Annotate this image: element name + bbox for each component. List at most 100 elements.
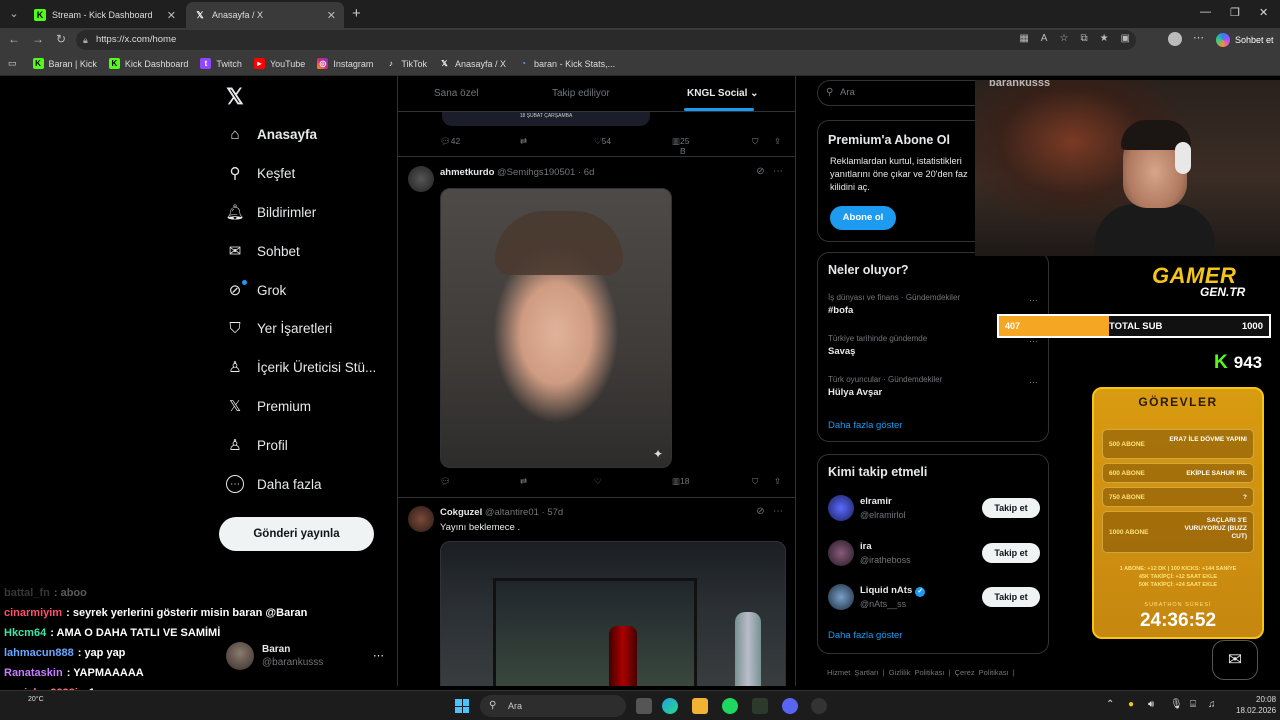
follow-suggestion[interactable]: elramir @elramirlol Takip et [828,495,1040,525]
author-name[interactable]: ahmetkurdo [440,167,494,178]
tab-x-home[interactable]: 𝕏 Anasayfa / X ✕ [186,2,344,28]
tab-kngl-social[interactable]: KNGL Social ⌄ [687,88,759,99]
follow-suggestion[interactable]: ira @iratheboss Takip et [828,540,1040,570]
timestamp[interactable]: 57d [547,507,563,518]
apps-icon[interactable]: ▦ [1019,33,1028,44]
close-icon[interactable]: ✕ [327,9,336,22]
bookmark-item[interactable]: K Kick Dashboard [108,58,188,69]
task-view-icon[interactable] [636,698,652,714]
bookmark-icon[interactable]: ⛉ [752,136,758,147]
sidebar-item-creator-studio[interactable]: ♙ İçerik Üreticisi Stü... [226,358,376,376]
new-tab-icon[interactable]: + [352,5,361,22]
like-icon[interactable]: ♡ 54 [594,136,611,147]
read-aloud-icon[interactable]: A [1041,33,1048,44]
speaker-icon[interactable]: ♫ [1208,699,1216,710]
tweet-image[interactable]: ✦ [440,188,672,468]
bookmark-item[interactable]: 𝕏 Anasayfa / X [439,58,506,69]
bookmark-icon[interactable]: ⛉ [752,476,758,487]
restore-icon[interactable]: ❐ [1230,6,1240,19]
tab-for-you[interactable]: Sana özel [434,88,478,99]
views-icon[interactable]: ▥ 25 B [672,136,690,156]
discord-icon[interactable] [782,698,798,714]
app-icon[interactable] [811,698,827,714]
tab-following[interactable]: Takip ediliyor [552,88,610,99]
microphone-icon[interactable]: 🎙︎ [1170,699,1183,710]
profile-avatar[interactable] [1168,32,1182,46]
grok-icon[interactable]: ⊘ [756,506,764,517]
trend-item[interactable]: İş dünyası ve finans · Gündemdekiler #bo… [828,293,1038,316]
share-icon[interactable]: ⇪ [774,136,781,147]
more-icon[interactable]: ⋯ [773,166,783,177]
network-icon[interactable]: ⌸ [1190,699,1196,710]
edge-icon[interactable] [662,698,678,714]
reply-icon[interactable]: 💬︎ 42 [440,136,460,147]
collections-icon[interactable]: ▣ [1121,33,1130,44]
author-handle[interactable]: @Semihgs190501 [497,167,575,178]
share-icon[interactable]: ⇪ [774,476,781,487]
previous-post-media[interactable]: 18 ŞUBAT ÇARŞAMBA [442,110,650,126]
grok-icon[interactable]: ⊘ [756,166,764,177]
more-icon[interactable]: ⋯ [1029,295,1038,306]
follow-button[interactable]: Takip et [982,498,1040,518]
favorites-icon[interactable]: ★ [1100,33,1109,44]
sidebar-item-bookmarks[interactable]: ⛉ Yer İşaretleri [226,319,332,337]
show-more-link[interactable]: Daha fazla göster [828,630,902,641]
back-icon[interactable]: ← [8,32,20,46]
sidebar-item-profile[interactable]: ♙ Profil [226,436,288,454]
more-icon[interactable]: ⋯ [1029,377,1038,388]
avatar[interactable] [408,166,434,192]
bookmarks-menu-icon[interactable]: ▭ [8,58,17,69]
author-name[interactable]: Cokguzel [440,507,482,518]
tab-kick-dashboard[interactable]: K Stream - Kick Dashboard ✕ [26,2,184,28]
repost-icon[interactable]: ⇄ [520,136,527,147]
more-icon[interactable]: ⋯ [773,506,783,517]
forward-icon[interactable]: → [32,32,44,46]
bookmark-item[interactable]: ◎ Instagram [317,58,373,69]
bookmark-item[interactable]: K Baran | Kick [32,58,97,69]
views-icon[interactable]: ▥ 18 [672,476,690,487]
taskbar-clock[interactable]: 20:08 18.02.2026 [1236,694,1276,716]
sidebar-item-home[interactable]: ⌂ Anasayfa [226,125,317,143]
timestamp[interactable]: 6d [584,167,595,178]
spotify-icon[interactable] [722,698,738,714]
close-window-icon[interactable]: ✕ [1259,6,1268,19]
bookmark-item[interactable]: ▸ YouTube [253,58,305,69]
follow-suggestion[interactable]: Liquid nAts ✓ @nAts__ss Takip et [828,584,1040,614]
reply-icon[interactable]: 💬︎ [440,476,451,487]
taskbar-search[interactable]: ⚲ Ara [480,695,626,717]
post-button[interactable]: Gönderi yayınla [219,517,374,551]
settings-more-icon[interactable]: ⋯ [1193,31,1204,44]
tray-chevron-icon[interactable]: ⌃ [1106,699,1114,710]
close-icon[interactable]: ✕ [167,9,176,22]
repost-icon[interactable]: ⇄ [520,476,527,487]
tweet-image[interactable] [440,541,786,686]
sidebar-item-premium[interactable]: 𝕏 Premium [226,397,311,415]
minimize-icon[interactable]: — [1200,6,1211,18]
start-icon[interactable] [455,699,469,713]
sidebar-item-notifications[interactable]: 🔔︎ Bildirimler [225,203,316,221]
messages-drawer-button[interactable]: ✉ [1212,640,1258,680]
url-input[interactable]: 🔒︎ https://x.com/home [76,30,1136,50]
avatar[interactable] [408,506,434,532]
author-handle[interactable]: @altantire01 [485,507,539,518]
subscribe-button[interactable]: Abone ol [830,206,896,230]
follow-button[interactable]: Takip et [982,587,1040,607]
sidebar-item-grok[interactable]: ⊘ Grok [226,280,286,299]
tab-actions-icon[interactable]: ⌄ [6,6,22,22]
footer-links[interactable]: Hizmet Şartları | Gizlilik Politikası | … [827,668,1015,677]
obs-icon[interactable] [752,698,768,714]
bookmark-item[interactable]: t Twitch [200,58,242,69]
favorite-star-icon[interactable]: ☆ [1059,33,1068,44]
sidebar-item-explore[interactable]: ⚲ Keşfet [226,164,296,182]
bookmark-item[interactable]: ◔ baran - Kick Stats,... [518,58,615,69]
refresh-icon[interactable]: ↻ [56,32,66,46]
x-logo-icon[interactable]: 𝕏 [226,84,244,110]
sidebar-item-more[interactable]: ⋯ Daha fazla [226,475,322,493]
extensions-icon[interactable]: ⧉ [1080,33,1087,44]
trend-item[interactable]: Türk oyuncular · Gündemdekiler Hülya Avş… [828,375,1038,398]
more-icon[interactable]: ⋯ [373,649,384,662]
file-explorer-icon[interactable] [692,698,708,714]
show-more-link[interactable]: Daha fazla göster [828,420,902,431]
follow-button[interactable]: Takip et [982,543,1040,563]
bookmark-item[interactable]: ♪ TikTok [385,58,427,69]
